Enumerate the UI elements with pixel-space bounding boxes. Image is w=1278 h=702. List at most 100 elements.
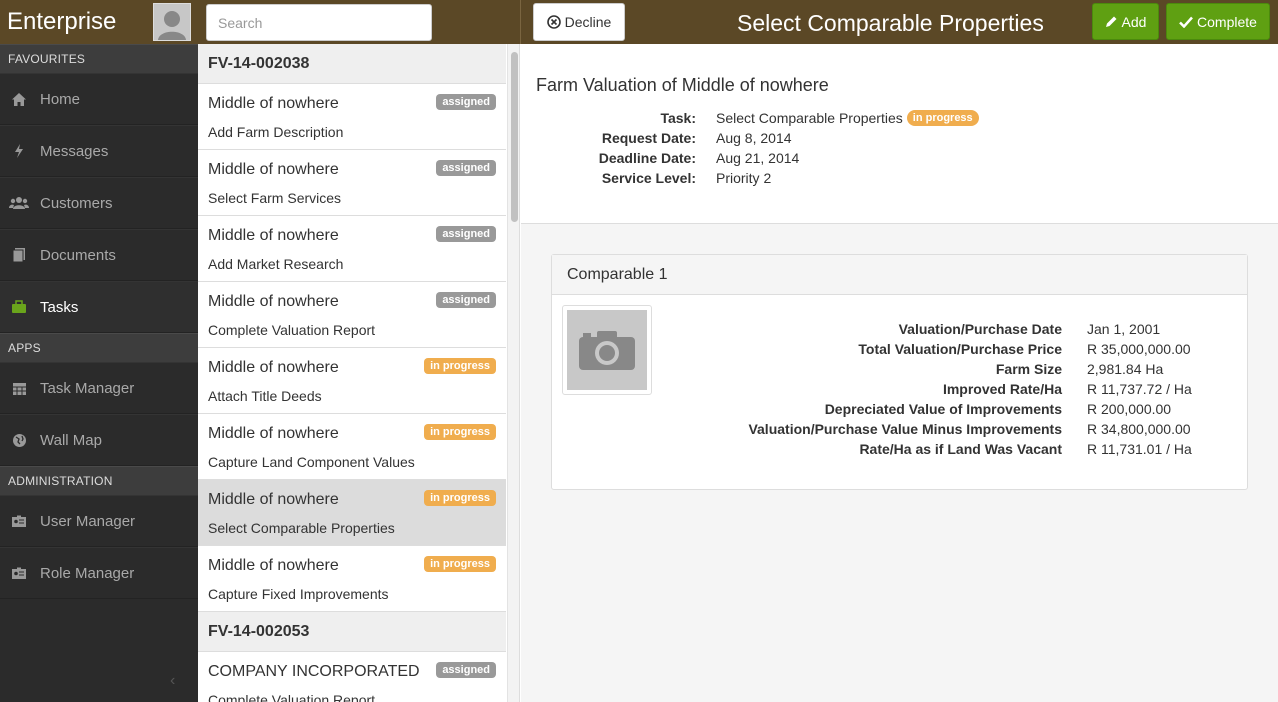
sidebar-item-label: Wall Map — [40, 431, 102, 449]
property-row: Rate/Ha as if Land Was Vacant R 11,731.01… — [672, 439, 1192, 459]
info-value: Select Comparable Properties — [716, 110, 903, 126]
task-item[interactable]: Middle of nowhere assigned Add Market Rese… — [198, 216, 506, 282]
sidebar-item-label: Role Manager — [40, 564, 135, 582]
task-subtitle: Add Market Research — [208, 256, 344, 272]
property-value: R 200,000.00 — [1087, 401, 1172, 417]
calendar-icon — [8, 379, 30, 397]
task-subtitle: Attach Title Deeds — [208, 388, 322, 404]
task-subtitle: Capture Fixed Improvements — [208, 586, 389, 602]
sidebar-item-customers[interactable]: Customers — [0, 177, 198, 229]
sidebar-item-label: Tasks — [40, 298, 79, 316]
comparable-panel: Comparable 1 Valuation/Purchase Date Jan … — [551, 254, 1248, 490]
task-item[interactable]: Middle of nowhere in progress Attach Title… — [198, 348, 506, 414]
info-value-wrap: Select Comparable Properties in progress — [716, 110, 979, 126]
camera-icon — [579, 331, 635, 370]
task-name: Middle of nowhere — [208, 359, 339, 376]
property-label: Valuation/Purchase Value Minus Improveme… — [748, 421, 1062, 437]
sidebar-item-label: User Manager — [40, 512, 136, 530]
sidebar-item-label: Documents — [40, 246, 116, 264]
status-badge: in progress — [424, 556, 496, 572]
section-apps: APPS — [0, 333, 198, 362]
task-item[interactable]: Middle of nowhere assigned Select Farm Ser… — [198, 150, 506, 216]
info-row: Service Level: Priority 2 — [536, 168, 771, 188]
complete-label: Complete — [1197, 13, 1257, 30]
brand-name[interactable]: Enterprise — [7, 8, 116, 36]
task-item[interactable]: Middle of nowhere assigned Complete Valuat… — [198, 282, 506, 348]
property-row: Improved Rate/Ha R 11,737.72 / Ha — [672, 379, 1192, 399]
comparable-title: Comparable 1 — [552, 255, 1247, 295]
sidebar-item-role-manager[interactable]: Role Manager — [0, 547, 198, 599]
task-group-header: FV-14-002053 — [198, 612, 506, 652]
task-item[interactable]: Middle of nowhere assigned Add Farm Descri… — [198, 84, 506, 150]
decline-button[interactable]: Decline — [533, 3, 625, 41]
property-value: R 34,800,000.00 — [1087, 421, 1191, 437]
status-badge: assigned — [436, 226, 496, 242]
collapse-sidebar-icon[interactable]: ‹ — [170, 672, 175, 690]
task-group-header: FV-14-002038 — [198, 44, 506, 84]
search-input[interactable] — [206, 4, 432, 41]
task-list-scrollbar[interactable] — [507, 44, 519, 702]
id-card-icon — [8, 564, 30, 582]
brand-bar: Enterprise — [0, 0, 198, 44]
task-subtitle: Complete Valuation Report — [208, 322, 376, 338]
sidebar-item-documents[interactable]: Documents — [0, 229, 198, 281]
property-value: R 11,731.01 / Ha — [1087, 441, 1192, 457]
sidebar: Enterprise FAVOURITES Home Messages Custome… — [0, 0, 198, 702]
page-title: Select Comparable Properties — [737, 10, 1044, 36]
info-label: Task: — [660, 110, 696, 126]
document-icon — [8, 246, 30, 264]
property-label: Valuation/Purchase Date — [898, 321, 1062, 337]
topbar-divider — [520, 0, 521, 44]
property-row: Farm Size 2,981.84 Ha — [672, 359, 1163, 379]
info-value: Priority 2 — [716, 170, 772, 186]
briefcase-icon — [8, 298, 30, 316]
scrollbar-thumb[interactable] — [511, 52, 518, 222]
detail-title: Farm Valuation of Middle of nowhere — [536, 75, 829, 95]
avatar[interactable] — [153, 3, 191, 41]
complete-button[interactable]: Complete — [1166, 3, 1270, 40]
status-badge: assigned — [436, 662, 496, 678]
sidebar-item-home[interactable]: Home — [0, 73, 198, 125]
status-badge: in progress — [424, 490, 496, 506]
task-item[interactable]: Middle of nowhere in progress Capture Fixe… — [198, 546, 506, 612]
task-subtitle: Capture Land Component Values — [208, 454, 415, 470]
info-row: Deadline Date: Aug 21, 2014 — [536, 148, 800, 168]
task-name: Middle of nowhere — [208, 95, 339, 112]
task-item[interactable]: Middle of nowhere in progress Capture Land… — [198, 414, 506, 480]
info-value: Aug 21, 2014 — [716, 150, 800, 166]
sidebar-item-tasks[interactable]: Tasks — [0, 281, 198, 333]
property-label: Rate/Ha as if Land Was Vacant — [859, 441, 1062, 457]
home-icon — [8, 90, 30, 108]
sidebar-item-task-manager[interactable]: Task Manager — [0, 362, 198, 414]
task-item[interactable]: Middle of nowhere in progress Select Compa… — [198, 480, 506, 546]
status-badge: in progress — [424, 358, 496, 374]
property-value: R 11,737.72 / Ha — [1087, 381, 1192, 397]
detail-header: Farm Valuation of Middle of nowhere Task… — [521, 44, 1278, 224]
section-administration: ADMINISTRATION — [0, 466, 198, 495]
property-label: Farm Size — [995, 361, 1062, 377]
task-list: FV-14-002038 Middle of nowhere assigned Add… — [198, 44, 520, 702]
section-favourites: FAVOURITES — [0, 44, 198, 73]
task-name: COMPANY INCORPORATED — [208, 663, 420, 680]
property-photo[interactable] — [562, 305, 652, 395]
task-name: Middle of nowhere — [208, 227, 339, 244]
sidebar-item-messages[interactable]: Messages — [0, 125, 198, 177]
sidebar-item-user-manager[interactable]: User Manager — [0, 495, 198, 547]
sidebar-item-wall-map[interactable]: Wall Map — [0, 414, 198, 466]
check-icon — [1179, 16, 1193, 28]
users-icon — [8, 194, 30, 212]
task-item[interactable]: COMPANY INCORPORATED assigned Complete Val… — [198, 652, 506, 702]
status-badge: assigned — [436, 160, 496, 176]
property-label: Improved Rate/Ha — [942, 381, 1062, 397]
bolt-icon — [8, 142, 30, 160]
info-label: Service Level: — [601, 170, 696, 186]
task-name: Middle of nowhere — [208, 293, 339, 310]
sidebar-item-label: Home — [40, 90, 81, 108]
add-button[interactable]: Add — [1092, 3, 1159, 40]
sidebar-item-label: Messages — [40, 142, 109, 160]
info-value: Aug 8, 2014 — [716, 130, 792, 146]
property-row: Valuation/Purchase Value Minus Improveme… — [672, 419, 1191, 439]
task-subtitle: Select Farm Services — [208, 190, 342, 206]
task-subtitle: Add Farm Description — [208, 124, 344, 140]
add-label: Add — [1121, 13, 1147, 30]
